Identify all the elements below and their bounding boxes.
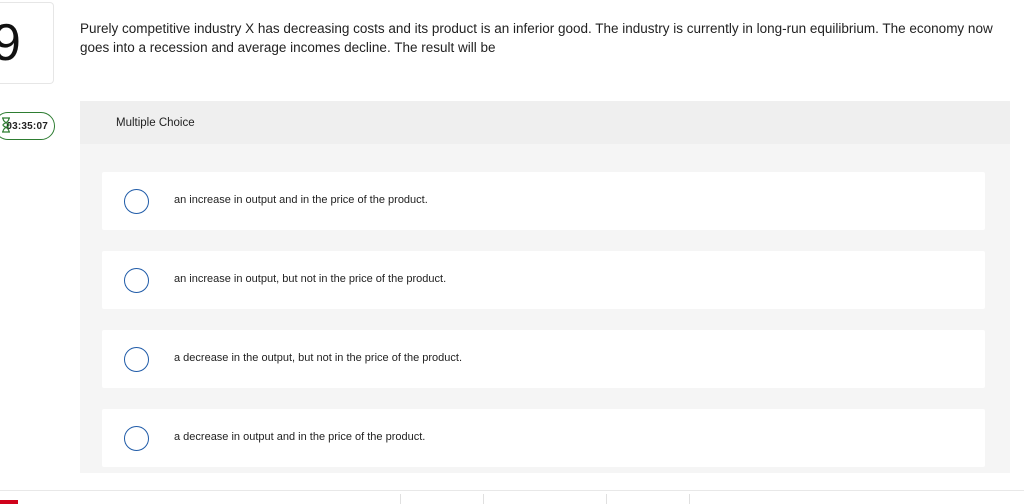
choice-label: an increase in output, but not in the pr… [174, 273, 447, 285]
timer-text: 03:35:07 [6, 120, 48, 132]
toolbar-divider [400, 494, 401, 504]
choice-option-a[interactable]: an increase in output and in the price o… [102, 172, 985, 230]
multiple-choice-panel: Multiple Choice an increase in output an… [80, 101, 1010, 473]
timer-badge[interactable]: 03:35:07 [0, 112, 55, 140]
hourglass-icon [1, 117, 11, 133]
choice-label: a decrease in output and in the price of… [174, 431, 426, 443]
toolbar-divider [689, 494, 690, 504]
radio-button[interactable] [124, 189, 149, 214]
choice-option-b[interactable]: an increase in output, but not in the pr… [102, 251, 985, 309]
radio-button[interactable] [124, 426, 149, 451]
choice-label: a decrease in the output, but not in the… [174, 352, 463, 364]
bottom-accent-bar [0, 500, 18, 504]
choice-label: an increase in output and in the price o… [174, 194, 428, 206]
toolbar-divider [606, 494, 607, 504]
question-text: Purely competitive industry X has decrea… [80, 21, 993, 55]
page: 9 03:35:07 Purely competitive industry X… [0, 0, 1024, 504]
radio-button[interactable] [124, 347, 149, 372]
multiple-choice-header: Multiple Choice [80, 101, 1010, 144]
choice-option-d[interactable]: a decrease in output and in the price of… [102, 409, 985, 467]
choice-option-c[interactable]: a decrease in the output, but not in the… [102, 330, 985, 388]
bottom-toolbar [0, 490, 1024, 504]
question-number-card: 9 [0, 2, 54, 84]
question-number: 9 [0, 14, 21, 72]
toolbar-divider [483, 494, 484, 504]
radio-button[interactable] [124, 268, 149, 293]
